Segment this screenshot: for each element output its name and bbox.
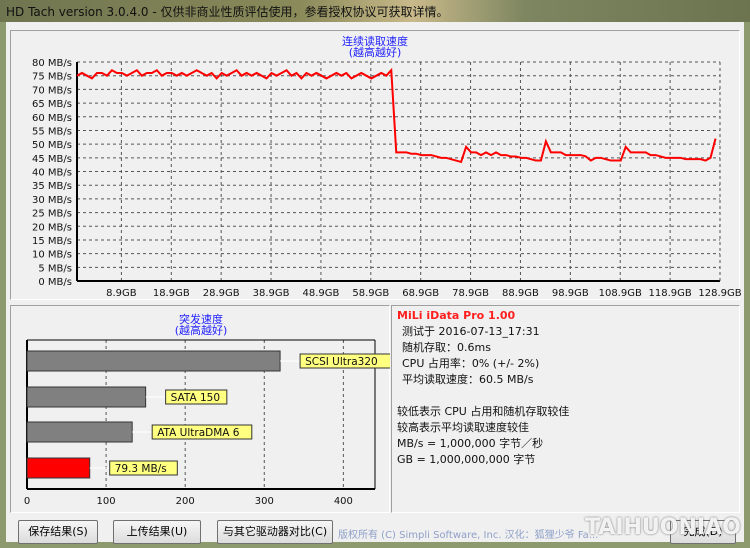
x-tick-label: 68.9GB (402, 288, 439, 299)
bar (26, 457, 91, 479)
average-read: 平均读取速度：60.5 MB/s (402, 373, 534, 386)
x-tick-label: 100 (97, 496, 116, 507)
save-results-button[interactable]: 保存结果(S) (18, 520, 98, 544)
compare-drives-button[interactable]: 与其它驱动器对比(C) (217, 520, 333, 544)
x-tick-label: 78.9GB (452, 288, 489, 299)
x-tick-label: 118.9GB (648, 288, 691, 299)
x-tick-label: 300 (255, 496, 274, 507)
note-4: GB = 1,000,000,000 字节 (397, 453, 536, 466)
bar-label: 79.3 MB/s (115, 463, 167, 475)
bar (26, 350, 281, 372)
info-text: MiLi iData Pro 1.00 测试于 2016-07-13_17:31… (397, 308, 569, 468)
note-3: MB/s = 1,000,000 字节／秒 (397, 437, 544, 450)
x-tick-label: 128.9GB (698, 288, 741, 299)
x-tick-label: 200 (176, 496, 195, 507)
random-access: 随机存取：0.6ms (402, 341, 491, 354)
bar (26, 386, 147, 408)
bar-label: SCSI Ultra320 (305, 356, 378, 368)
x-tick-label: 0 (24, 496, 30, 507)
cpu-usage: CPU 占用率：0% (+/- 2%) (402, 357, 540, 370)
upload-results-button[interactable]: 上传结果(U) (113, 520, 201, 544)
x-tick-label: 88.9GB (502, 288, 539, 299)
x-tick-label: 98.9GB (552, 288, 589, 299)
note-1: 较低表示 CPU 占用和随机存取较佳 (397, 405, 570, 418)
test-date: 测试于 2016-07-13_17:31 (402, 325, 540, 338)
product-name: MiLi iData Pro 1.00 (397, 309, 516, 322)
bar-label: SATA 150 (171, 392, 220, 404)
bar-label: ATA UltraDMA 6 (157, 427, 240, 439)
x-tick-label: 400 (334, 496, 353, 507)
x-tick-label: 108.9GB (599, 288, 642, 299)
note-2: 较高表示平均读取速度较佳 (397, 421, 529, 434)
burst-speed-chart: 0 100 200 300 400 SCSI Ultra320 SATA 150 ATA Ul… (24, 339, 390, 507)
watermark: TAIHUONIAO (585, 515, 741, 540)
bar (26, 421, 133, 443)
